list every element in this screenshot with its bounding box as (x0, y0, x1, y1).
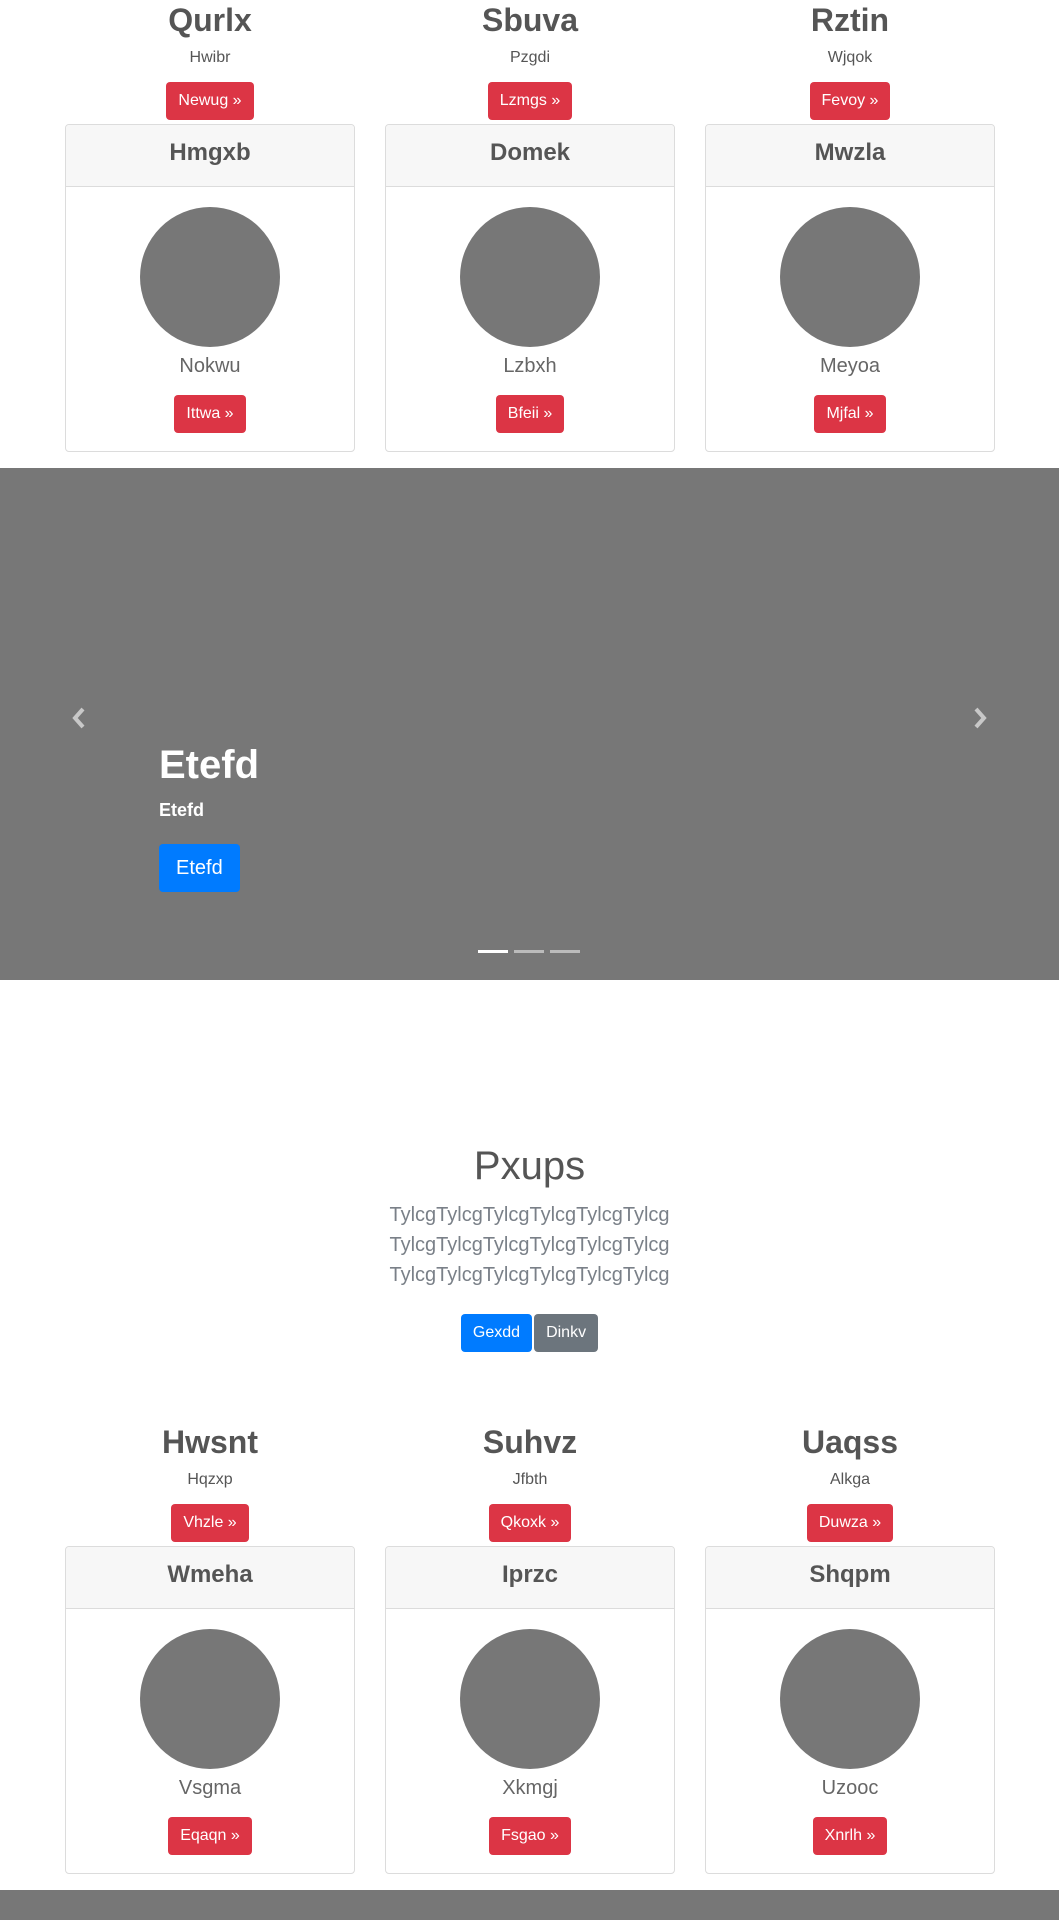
carousel-caption: Etefd Etefd Etefd (159, 740, 259, 892)
profile-card: Shqpm Uzooc Xnrlh » (705, 1546, 995, 1874)
chevron-right-icon[interactable] (965, 704, 995, 740)
carousel-indicator[interactable] (478, 950, 508, 953)
avatar-placeholder (140, 207, 280, 347)
feature-column: Suhvz Jfbth Qkoxk » (385, 1422, 675, 1542)
card-button[interactable]: Xnrlh » (812, 1817, 888, 1855)
card-button[interactable]: Fsgao » (489, 1817, 571, 1855)
feature-button[interactable]: Duwza » (806, 1504, 894, 1542)
feature-button[interactable]: Newug » (166, 82, 254, 120)
carousel-title: Etefd (159, 743, 259, 787)
carousel-indicator[interactable] (514, 950, 544, 953)
feature-column: Uaqss Alkga Duwza » (705, 1422, 995, 1542)
feature-subtitle: Hwibr (189, 49, 231, 66)
avatar-placeholder (140, 1629, 280, 1769)
feature-button[interactable]: Fevoy » (809, 82, 891, 120)
card-button[interactable]: Bfeii » (495, 395, 565, 433)
carousel-button[interactable]: Etefd (159, 844, 240, 892)
feature-button[interactable]: Vhzle » (171, 1504, 249, 1542)
feature-button[interactable]: Qkoxk » (488, 1504, 572, 1542)
card-button[interactable]: Ittwa » (174, 395, 246, 433)
carousel-subtitle: Etefd (159, 800, 204, 820)
card-header: Domek (386, 125, 674, 187)
feature-subtitle: Alkga (829, 1471, 871, 1488)
feature-title: Suhvz (482, 1424, 578, 1460)
feature-title: Qurlx (168, 2, 252, 38)
chevron-left-icon[interactable] (64, 704, 94, 740)
feature-subtitle: Hqzxp (187, 1471, 233, 1488)
feature-column: Sbuva Pzgdi Lzmgs » (385, 0, 675, 120)
card-header: Mwzla (706, 125, 994, 187)
feature-title: Sbuva (481, 2, 579, 38)
feature-column: Rztin Wjqok Fevoy » (705, 0, 995, 120)
card-name: Uzooc (821, 1777, 879, 1799)
feature-title: Hwsnt (162, 1424, 258, 1460)
jumbotron-text: TylcgTylcgTylcgTylcgTylcgTylcg TylcgTylc… (389, 1204, 670, 1286)
feature-button[interactable]: Lzmgs » (487, 82, 573, 120)
card-header: Hmgxb (66, 125, 354, 187)
feature-title: Uaqss (801, 1424, 899, 1460)
profile-card: Domek Lzbxh Bfeii » (385, 124, 675, 452)
feature-column: Qurlx Hwibr Newug » (65, 0, 355, 120)
feature-subtitle: Pzgdi (509, 49, 551, 66)
secondary-button[interactable]: Dinkv (534, 1314, 599, 1352)
avatar-placeholder (460, 1629, 600, 1769)
card-button[interactable]: Eqaqn » (168, 1817, 252, 1855)
jumbotron-buttons: Gexdd Dinkv (0, 1314, 1059, 1352)
profile-card: Hmgxb Nokwu Ittwa » (65, 124, 355, 452)
card-header: Wmeha (66, 1547, 354, 1609)
card-button[interactable]: Mjfal » (814, 395, 886, 433)
card-name: Xkmgj (502, 1777, 558, 1799)
profile-card: Iprzc Xkmgj Fsgao » (385, 1546, 675, 1874)
avatar-placeholder (780, 207, 920, 347)
avatar-placeholder (460, 207, 600, 347)
jumbotron-title: Pxups (473, 1144, 586, 1188)
jumbotron: Pxups TylcgTylcgTylcgTylcgTylcgTylcg Tyl… (0, 1140, 1059, 1352)
avatar-placeholder (780, 1629, 920, 1769)
profile-card: Wmeha Vsgma Eqaqn » (65, 1546, 355, 1874)
feature-column: Hwsnt Hqzxp Vhzle » (65, 1422, 355, 1542)
card-name: Nokwu (179, 355, 241, 377)
feature-subtitle: Jfbth (512, 1471, 548, 1488)
profile-card: Mwzla Meyoa Mjfal » (705, 124, 995, 452)
feature-title: Rztin (810, 2, 890, 38)
footer-bar (0, 1890, 1059, 1920)
carousel-indicator[interactable] (550, 950, 580, 953)
card-name: Lzbxh (503, 355, 557, 377)
feature-subtitle: Wjqok (827, 49, 873, 66)
card-header: Shqpm (706, 1547, 994, 1609)
hero-carousel: Etefd Etefd Etefd (0, 468, 1059, 980)
card-header: Iprzc (386, 1547, 674, 1609)
primary-button[interactable]: Gexdd (460, 1314, 533, 1352)
card-name: Meyoa (819, 355, 881, 377)
card-name: Vsgma (178, 1777, 242, 1799)
